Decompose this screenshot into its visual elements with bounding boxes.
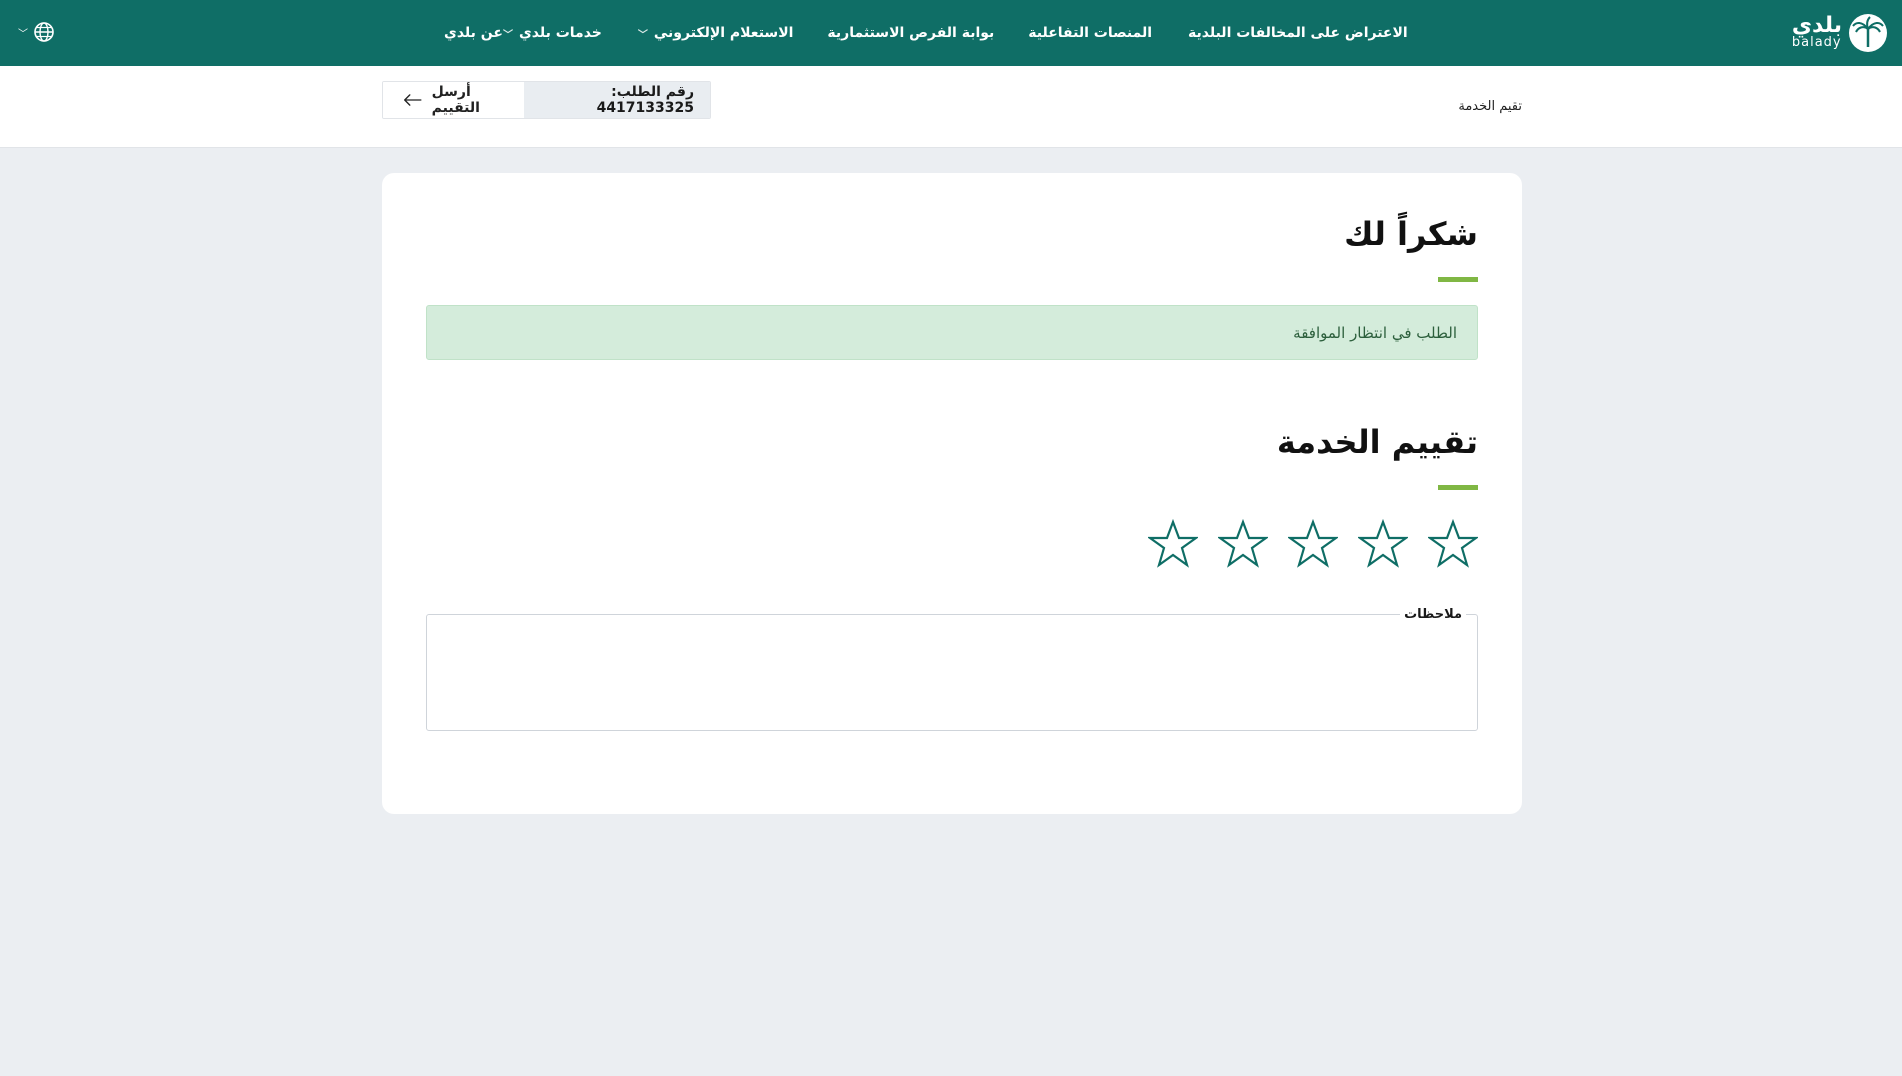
nav-label: الاستعلام الإلكتروني: [653, 25, 794, 41]
thanks-title: شكراً لك: [1344, 215, 1478, 253]
logo-text: بلدي balady: [1791, 13, 1842, 50]
nav-label: الاعتراض على المخالفات البلدية: [1188, 25, 1408, 41]
nav-label: خدمات بلدي: [518, 25, 602, 41]
page-subheader: تقيم الخدمة أرسل التقييم رقم الطلب: 4417…: [0, 66, 1902, 148]
main-nav: عن بلدي خدمات بلدي ﹀ الاستعلام الإلكترون…: [444, 0, 1408, 66]
logo-arabic: بلدي: [1791, 13, 1842, 38]
request-number: رقم الطلب: 4417133325: [524, 82, 710, 118]
request-action-box: أرسل التقييم رقم الطلب: 4417133325: [382, 81, 711, 119]
nav-balady-services[interactable]: خدمات بلدي ﹀: [503, 25, 602, 41]
palm-logo-icon: [1849, 14, 1887, 52]
top-navbar: بلدي balady عن بلدي خدمات بلدي ﹀ الاستعل…: [0, 0, 1902, 66]
rating-card: شكراً لك الطلب في انتظار الموافقة تقييم …: [382, 173, 1522, 814]
notes-label: ملاحظات: [1400, 607, 1466, 622]
send-rating-label: أرسل التقييم: [431, 84, 480, 116]
star-icon-2[interactable]: [1358, 519, 1408, 569]
notes-textarea[interactable]: [426, 614, 1478, 731]
nav-investment-portal[interactable]: بوابة الفرص الاستثمارية: [827, 25, 994, 41]
nav-e-inquiry[interactable]: الاستعلام الإلكتروني ﹀: [638, 25, 794, 41]
send-rating-button[interactable]: أرسل التقييم: [383, 82, 524, 118]
rating-title: تقييم الخدمة: [1276, 423, 1478, 461]
chevron-down-icon: ﹀: [18, 28, 28, 40]
nav-label: المنصات التفاعلية: [1028, 25, 1153, 41]
title-underline: [1438, 277, 1478, 282]
language-switcher[interactable]: ﹀: [18, 22, 54, 42]
nav-label: عن بلدي: [444, 25, 503, 41]
arrow-left-icon: [404, 94, 422, 106]
nav-violations-objection[interactable]: الاعتراض على المخالفات البلدية: [1188, 25, 1408, 41]
globe-icon: [34, 22, 54, 42]
breadcrumb: تقيم الخدمة: [1458, 99, 1522, 114]
chevron-down-icon: ﹀: [637, 29, 648, 41]
nav-label: بوابة الفرص الاستثمارية: [827, 25, 995, 41]
nav-about-balady[interactable]: عن بلدي: [444, 25, 503, 41]
star-icon-1[interactable]: [1428, 519, 1478, 569]
logo-english: balady: [1791, 35, 1842, 50]
star-icon-5[interactable]: [1148, 519, 1198, 569]
chevron-down-icon: ﹀: [502, 29, 513, 41]
status-alert: الطلب في انتظار الموافقة: [426, 305, 1478, 360]
star-rating: [1148, 519, 1478, 569]
nav-interactive-platforms[interactable]: المنصات التفاعلية: [1028, 25, 1152, 41]
balady-logo[interactable]: بلدي balady: [1792, 12, 1888, 54]
rating-title-underline: [1438, 485, 1478, 490]
star-icon-3[interactable]: [1288, 519, 1338, 569]
star-icon-4[interactable]: [1218, 519, 1268, 569]
